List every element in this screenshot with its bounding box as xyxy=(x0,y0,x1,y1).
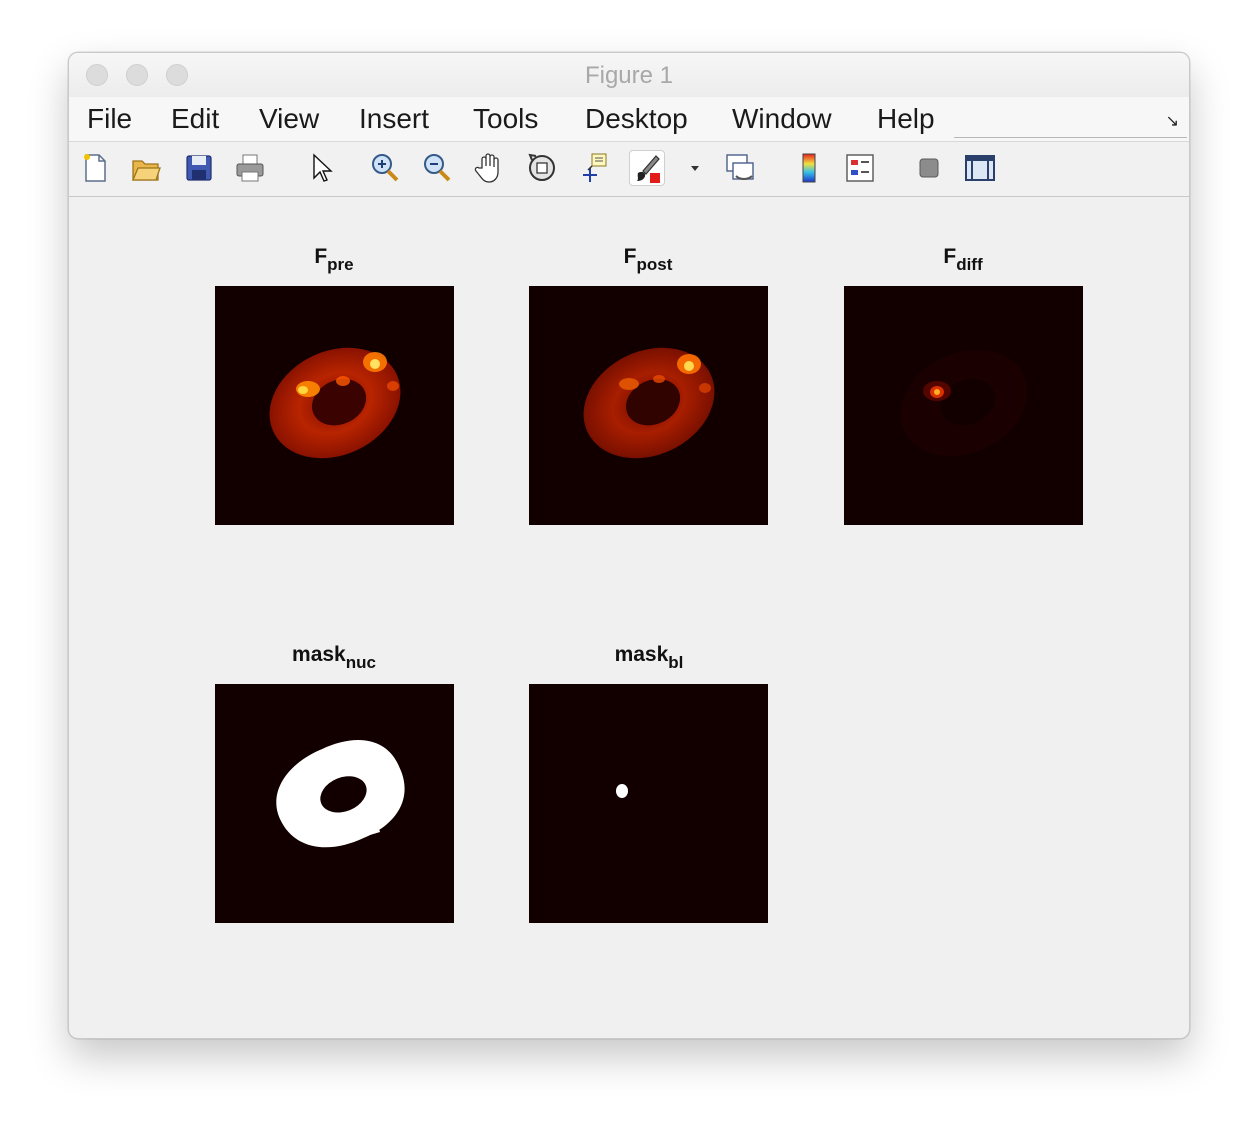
menu-tools[interactable]: Tools xyxy=(473,103,538,135)
dock-figure-icon[interactable]: ↘ xyxy=(1166,111,1179,131)
menu-bar: File Edit View Insert Tools Desktop Wind… xyxy=(69,97,1189,142)
menu-view[interactable]: View xyxy=(259,103,319,135)
new-figure-icon[interactable] xyxy=(77,150,113,186)
colorbar-icon[interactable] xyxy=(791,150,827,186)
figure-toolbar xyxy=(69,142,1189,197)
image-mask-nuc[interactable] xyxy=(215,684,454,923)
menu-insert[interactable]: Insert xyxy=(359,103,429,135)
data-cursor-icon[interactable] xyxy=(576,150,612,186)
image-f-post[interactable] xyxy=(529,286,768,525)
menu-desktop[interactable]: Desktop xyxy=(585,103,688,135)
menu-edit[interactable]: Edit xyxy=(171,103,219,135)
select-arrow-icon[interactable] xyxy=(303,150,339,186)
figure-window: Figure 1 File Edit View Insert Tools Des… xyxy=(68,52,1190,1039)
legend-icon[interactable] xyxy=(842,150,878,186)
image-mask-bl[interactable] xyxy=(529,684,768,923)
save-icon[interactable] xyxy=(181,150,217,186)
open-file-icon[interactable] xyxy=(128,150,164,186)
figure-canvas: Fpre Fpost Fdiff masknuc maskbl xyxy=(69,197,1189,1038)
dropdown-arrow-icon[interactable] xyxy=(677,150,699,186)
title-bar: Figure 1 xyxy=(69,53,1189,98)
brush-icon[interactable] xyxy=(629,150,665,186)
axes-title-f-post: Fpost xyxy=(623,245,673,274)
zoom-out-icon[interactable] xyxy=(419,150,455,186)
pan-hand-icon[interactable] xyxy=(472,150,508,186)
show-plot-tools-icon[interactable] xyxy=(962,150,998,186)
menu-divider xyxy=(954,137,1187,138)
axes-title-f-diff: Fdiff xyxy=(943,245,983,274)
axes-title-mask-nuc: masknuc xyxy=(292,643,376,672)
menu-file[interactable]: File xyxy=(87,103,132,135)
rotate-3d-icon[interactable] xyxy=(524,150,560,186)
print-icon[interactable] xyxy=(232,150,268,186)
axes-title-f-pre: Fpre xyxy=(314,245,354,274)
image-f-diff[interactable] xyxy=(844,286,1083,525)
menu-window[interactable]: Window xyxy=(732,103,832,135)
axes-title-mask-bl: maskbl xyxy=(614,643,684,672)
window-title: Figure 1 xyxy=(584,62,674,89)
link-plot-icon[interactable] xyxy=(722,150,758,186)
menu-help[interactable]: Help xyxy=(877,103,935,135)
zoom-in-icon[interactable] xyxy=(367,150,403,186)
hide-plot-tools-icon[interactable] xyxy=(911,150,947,186)
image-f-pre[interactable] xyxy=(215,286,454,525)
